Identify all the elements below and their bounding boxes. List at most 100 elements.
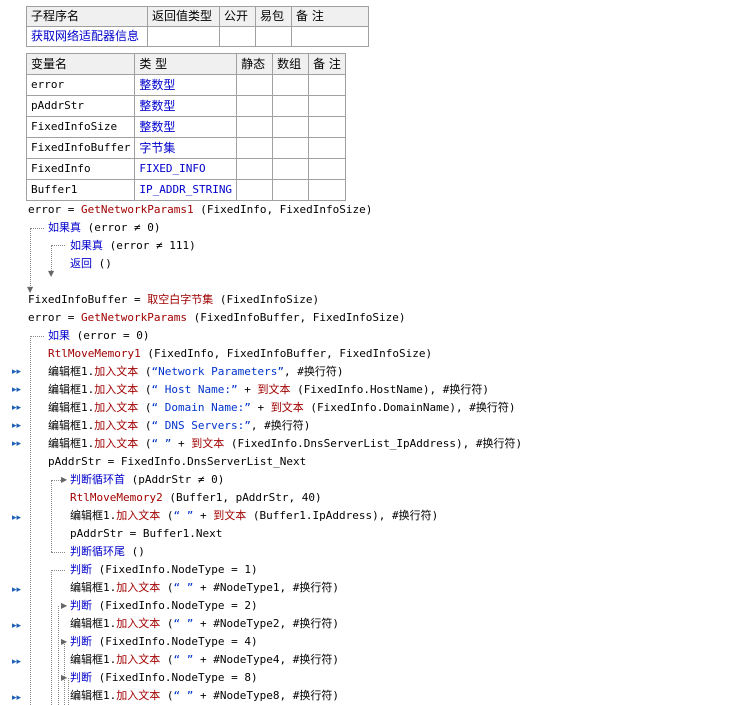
code-line[interactable]: 如果真 (error ≠ 111) [70, 237, 196, 255]
gutter-marker-icon[interactable]: ▸▸ [12, 585, 21, 595]
code-token: ( [138, 401, 152, 414]
code-token: 加入文本 [116, 509, 161, 522]
code-token: 到文本 [270, 401, 304, 414]
code-token: + #NodeType1, #换行符) [193, 581, 339, 594]
code-line[interactable]: 判断 (FixedInfo.NodeType = 8) [70, 669, 258, 687]
gutter-marker-icon[interactable]: ▸▸ [12, 657, 21, 667]
code-token: ( [138, 437, 152, 450]
code-token: 编辑框1. [70, 653, 117, 666]
code-token: (error ≠ 111) [103, 239, 196, 252]
flow-line [51, 552, 65, 553]
code-token: error = [28, 311, 81, 324]
code-token: (pAddrStr ≠ 0) [125, 473, 225, 486]
code-token: 加入文本 [94, 437, 139, 450]
gutter-marker-icon[interactable]: ▸▸ [12, 385, 21, 395]
code-keyword: 判断 [70, 671, 92, 684]
code-line[interactable]: 判断循环尾 () [70, 543, 145, 561]
code-line[interactable]: 如果 (error = 0) [48, 327, 149, 345]
flow-line [30, 228, 44, 229]
code-line[interactable]: 编辑框1.加入文本 (“ Host Name:” + 到文本 (FixedInf… [48, 381, 489, 399]
code-line[interactable]: error = GetNetworkParams1 (FixedInfo, Fi… [28, 201, 372, 219]
code-token: GetNetworkParams1 [81, 203, 194, 216]
gutter-marker-icon[interactable]: ▸▸ [12, 621, 21, 631]
code-token: RtlMoveMemory1 [48, 347, 141, 360]
flow-line [51, 570, 52, 705]
code-line[interactable]: 判断 (FixedInfo.NodeType = 1) [70, 561, 258, 579]
code-string: “ ” [173, 653, 194, 666]
flow-line [30, 336, 31, 705]
code-token: (error = 0) [70, 329, 150, 342]
code-keyword: 判断循环尾 [70, 545, 125, 558]
code-token: 加入文本 [116, 617, 161, 630]
code-line[interactable]: 判断 (FixedInfo.NodeType = 2) [70, 597, 258, 615]
code-string: “ ” [173, 509, 194, 522]
code-token: (FixedInfo.DnsServerList_IpAddress), #换行… [224, 437, 523, 450]
code-token: 编辑框1. [70, 689, 117, 702]
code-token: (FixedInfoSize) [213, 293, 320, 306]
code-line[interactable]: 判断循环首 (pAddrStr ≠ 0) [70, 471, 224, 489]
code-token: (FixedInfo.NodeType = 1) [92, 563, 258, 576]
code-token: 到文本 [213, 509, 247, 522]
flow-arrow-icon: ▼ [48, 269, 55, 278]
gutter-marker-icon[interactable]: ▸▸ [12, 421, 21, 431]
code-token: () [125, 545, 145, 558]
flow-line [51, 245, 65, 246]
code-line[interactable]: 编辑框1.加入文本 (“ DNS Servers:”, #换行符) [48, 417, 310, 435]
code-line[interactable]: RtlMoveMemory2 (Buffer1, pAddrStr, 40) [70, 489, 322, 507]
code-token: error [28, 203, 62, 216]
code-string: “ Domain Name:” [151, 401, 251, 414]
code-keyword: 返回 [70, 257, 92, 270]
code-token: ( [160, 509, 174, 522]
code-token: + [193, 509, 214, 522]
code-line[interactable]: FixedInfoBuffer = 取空白字节集 (FixedInfoSize) [28, 291, 319, 309]
code-line[interactable]: 编辑框1.加入文本 (“ Domain Name:” + 到文本 (FixedI… [48, 399, 516, 417]
code-token: pAddrStr = Buffer1.Next [70, 527, 223, 540]
code-line[interactable]: pAddrStr = FixedInfo.DnsServerList_Next [48, 453, 306, 471]
code-line[interactable]: 编辑框1.加入文本 (“ ” + 到文本 (Buffer1.IpAddress)… [70, 507, 438, 525]
code-line[interactable]: 编辑框1.加入文本 (“ ” + 到文本 (FixedInfo.DnsServe… [48, 435, 522, 453]
gutter-marker-icon[interactable]: ▸▸ [12, 367, 21, 377]
gutter-marker-icon[interactable]: ▸▸ [12, 439, 21, 449]
code-line[interactable]: error = GetNetworkParams (FixedInfoBuffe… [28, 309, 406, 327]
code-token: () [92, 257, 112, 270]
gutter-marker-icon[interactable]: ▸▸ [12, 693, 21, 703]
code-token: , #换行符) [283, 365, 344, 378]
code-keyword: 判断 [70, 599, 92, 612]
code-token: 编辑框1. [70, 509, 117, 522]
code-line[interactable]: RtlMoveMemory1 (FixedInfo, FixedInfoBuff… [48, 345, 432, 363]
code-editor[interactable]: ▼ ▼ ▶ ▶ ▶ ▶ ▸▸ ▸▸ ▸▸ ▸▸ ▸▸ ▸▸ ▸▸ ▸▸ ▸▸ ▸… [0, 0, 751, 705]
code-token: ( [138, 383, 152, 396]
code-string: “Network Parameters” [151, 365, 284, 378]
code-line[interactable]: 编辑框1.加入文本 (“Network Parameters”, #换行符) [48, 363, 343, 381]
code-token: ( [160, 617, 174, 630]
flow-line [68, 678, 69, 705]
code-string: “ Host Name:” [151, 383, 238, 396]
code-token: + [171, 437, 192, 450]
code-line[interactable]: 如果真 (error ≠ 0) [48, 219, 160, 237]
code-token: 编辑框1. [48, 437, 95, 450]
code-line[interactable]: 判断 (FixedInfo.NodeType = 4) [70, 633, 258, 651]
code-token: + [250, 401, 271, 414]
code-token: 到文本 [257, 383, 291, 396]
gutter-marker-icon[interactable]: ▸▸ [12, 403, 21, 413]
code-keyword: 如果 [48, 329, 70, 342]
code-line[interactable]: 返回 () [70, 255, 112, 273]
flow-line [30, 228, 31, 290]
code-string: “ ” [173, 617, 194, 630]
gutter-marker-icon[interactable]: ▸▸ [12, 513, 21, 523]
code-line[interactable]: 编辑框1.加入文本 (“ ” + #NodeType1, #换行符) [70, 579, 339, 597]
code-line[interactable]: 编辑框1.加入文本 (“ ” + #NodeType2, #换行符) [70, 615, 339, 633]
code-token: (FixedInfo.NodeType = 2) [92, 599, 258, 612]
code-line[interactable]: pAddrStr = Buffer1.Next [70, 525, 222, 543]
code-string: “ ” [173, 581, 194, 594]
code-token: (FixedInfo.NodeType = 8) [92, 671, 258, 684]
code-keyword: 判断 [70, 563, 92, 576]
code-token: 加入文本 [116, 689, 161, 702]
code-token: 加入文本 [94, 383, 139, 396]
flow-line [51, 570, 65, 571]
code-token: ( [160, 581, 174, 594]
code-keyword: 如果真 [48, 221, 81, 234]
code-token: , #换行符) [250, 419, 311, 432]
code-line[interactable]: 编辑框1.加入文本 (“ ” + #NodeType8, #换行符) [70, 687, 339, 705]
code-line[interactable]: 编辑框1.加入文本 (“ ” + #NodeType4, #换行符) [70, 651, 339, 669]
